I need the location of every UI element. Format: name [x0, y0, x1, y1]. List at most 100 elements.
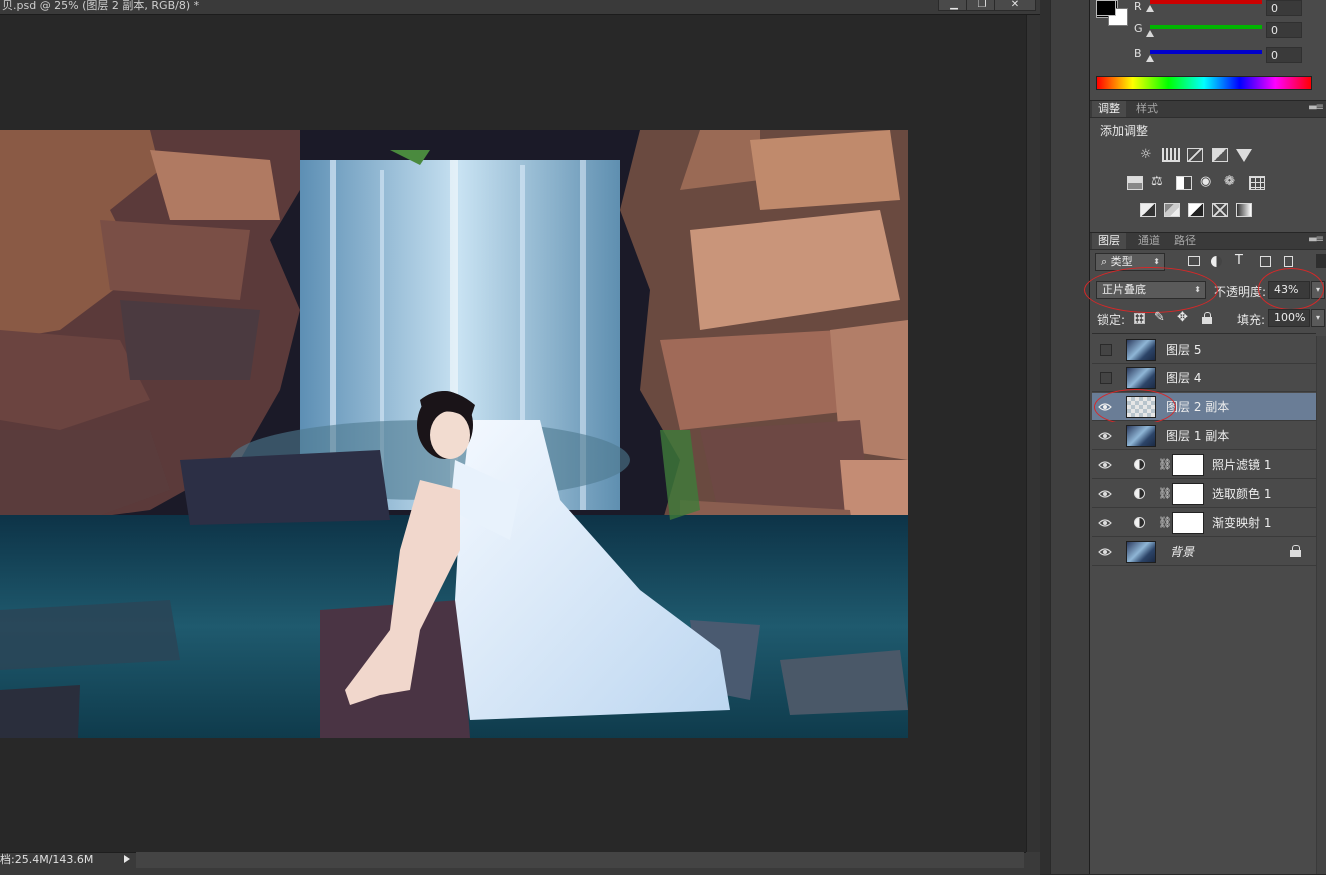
annotation-ellipse-opacity	[1258, 268, 1324, 310]
layer-row[interactable]: 图层 4	[1092, 364, 1316, 392]
document-title: 贝.psd @ 25% (图层 2 副本, RGB/8) *	[2, 0, 200, 12]
brightness-contrast-icon[interactable]: ☼	[1140, 148, 1152, 162]
eye-icon[interactable]	[1098, 517, 1112, 529]
channel-label-r: R	[1134, 0, 1142, 13]
layer-row-background[interactable]: 背景	[1092, 538, 1316, 566]
smart-object-filter-icon[interactable]	[1284, 256, 1293, 267]
layer-mask-thumbnail[interactable]	[1172, 512, 1204, 534]
lock-position-icon[interactable]: ✥	[1177, 311, 1188, 325]
channel-slider-b[interactable]	[1150, 50, 1262, 54]
threshold-icon[interactable]	[1188, 203, 1204, 217]
panel-menu-icon[interactable]: ▬≡	[1308, 102, 1324, 113]
channel-slider-r[interactable]	[1150, 0, 1262, 4]
lock-label: 锁定:	[1097, 313, 1126, 327]
layer-name[interactable]: 图层 5	[1166, 336, 1201, 364]
channel-label-b: B	[1134, 47, 1142, 60]
layer-row[interactable]: ⛓ 照片滤镜 1	[1092, 451, 1316, 479]
channel-thumb-r[interactable]	[1146, 5, 1154, 12]
channel-value-b[interactable]: 0	[1266, 47, 1302, 63]
layers-tabbar: 图层 通道 路径 ▬≡	[1090, 232, 1326, 250]
document-image[interactable]	[0, 130, 908, 738]
color-balance-icon[interactable]: ⚖	[1151, 175, 1163, 189]
posterize-icon[interactable]	[1164, 203, 1180, 217]
layer-name[interactable]: 照片滤镜 1	[1212, 451, 1271, 479]
channel-label-g: G	[1134, 22, 1143, 35]
layer-name[interactable]: 图层 4	[1166, 364, 1201, 392]
adjustment-layer-icon	[1134, 459, 1145, 470]
dock-gutter	[1040, 0, 1050, 874]
eye-icon[interactable]	[1098, 546, 1112, 558]
layer-name[interactable]: 图层 1 副本	[1166, 422, 1229, 450]
eye-icon[interactable]	[1098, 430, 1112, 442]
tab-channels[interactable]: 通道	[1132, 233, 1166, 249]
color-lookup-icon[interactable]	[1249, 176, 1265, 190]
vertical-scrollbar[interactable]	[1026, 15, 1041, 852]
layer-name[interactable]: 渐变映射 1	[1212, 509, 1271, 537]
channel-thumb-g[interactable]	[1146, 30, 1154, 37]
fill-label: 填充:	[1237, 313, 1266, 327]
layers-divider	[1092, 333, 1316, 334]
hue-saturation-icon[interactable]	[1127, 176, 1143, 190]
mask-link-icon[interactable]: ⛓	[1158, 458, 1172, 471]
visibility-toggle-off[interactable]	[1100, 372, 1112, 384]
lock-all-icon[interactable]	[1202, 312, 1212, 324]
eye-icon[interactable]	[1098, 488, 1112, 500]
vibrance-icon[interactable]	[1236, 149, 1252, 162]
adjustments-tabbar: 调整 样式 ▬≡	[1090, 100, 1326, 118]
eye-icon[interactable]	[1098, 459, 1112, 471]
resize-grip-icon[interactable]	[1026, 852, 1040, 866]
layer-thumbnail	[1126, 339, 1156, 361]
visibility-toggle-off[interactable]	[1100, 344, 1112, 356]
lock-image-pixels-icon[interactable]: ✎	[1154, 311, 1165, 325]
tab-adjustments[interactable]: 调整	[1092, 101, 1126, 117]
layer-mask-thumbnail[interactable]	[1172, 483, 1204, 505]
selective-color-icon[interactable]	[1212, 203, 1228, 217]
color-spectrum-ramp[interactable]	[1096, 76, 1312, 90]
levels-icon[interactable]	[1162, 148, 1180, 162]
invert-icon[interactable]	[1140, 203, 1156, 217]
tab-layers[interactable]: 图层	[1092, 233, 1126, 249]
exposure-icon[interactable]	[1212, 148, 1228, 162]
document-size-status: 档:25.4M/143.6M	[0, 853, 94, 866]
channel-thumb-b[interactable]	[1146, 55, 1154, 62]
shape-layer-filter-icon[interactable]	[1260, 256, 1271, 267]
mask-link-icon[interactable]: ⛓	[1158, 516, 1172, 529]
adjustment-layer-icon	[1134, 517, 1145, 528]
layers-scrollbar[interactable]	[1316, 336, 1326, 874]
annotation-ellipse-blend-mode	[1084, 267, 1218, 313]
filter-toggle-icon[interactable]	[1316, 254, 1326, 268]
layer-row[interactable]: 图层 5	[1092, 336, 1316, 364]
type-layer-filter-icon[interactable]: T	[1235, 254, 1243, 268]
layer-thumbnail	[1126, 541, 1156, 563]
close-button[interactable]: ✕	[994, 0, 1036, 11]
lock-transparent-pixels-icon[interactable]	[1134, 313, 1145, 324]
layer-row[interactable]: ⛓ 选取颜色 1	[1092, 480, 1316, 508]
layer-row[interactable]: ⛓ 渐变映射 1	[1092, 509, 1316, 537]
curves-icon[interactable]	[1187, 148, 1203, 162]
fill-input[interactable]: 100%	[1268, 309, 1310, 327]
layers-panel-menu-icon[interactable]: ▬≡	[1308, 234, 1324, 245]
layer-name[interactable]: 选取颜色 1	[1212, 480, 1271, 508]
black-white-icon[interactable]	[1176, 176, 1192, 190]
filter-kind-label: 类型	[1110, 255, 1133, 268]
mask-link-icon[interactable]: ⛓	[1158, 487, 1172, 500]
layer-name[interactable]: 背景	[1170, 538, 1194, 566]
gradient-map-icon[interactable]	[1236, 203, 1252, 217]
fill-slider-toggle[interactable]: ▾	[1311, 309, 1325, 327]
status-menu-arrow-icon[interactable]	[124, 855, 130, 863]
layer-row[interactable]: 图层 1 副本	[1092, 422, 1316, 450]
horizontal-scrollbar[interactable]	[136, 852, 1024, 868]
channel-value-r[interactable]: 0	[1266, 0, 1302, 16]
search-icon: ⌕	[1101, 255, 1111, 268]
tab-paths[interactable]: 路径	[1168, 233, 1202, 249]
channel-slider-g[interactable]	[1150, 25, 1262, 29]
pixel-layer-filter-icon[interactable]	[1188, 256, 1200, 266]
channel-mixer-icon[interactable]: ❁	[1224, 175, 1235, 189]
channel-value-g[interactable]: 0	[1266, 22, 1302, 38]
photo-filter-icon[interactable]: ◉	[1200, 175, 1211, 189]
layer-mask-thumbnail[interactable]	[1172, 454, 1204, 476]
adjustment-layer-filter-icon[interactable]	[1211, 256, 1222, 267]
tab-styles[interactable]: 样式	[1130, 101, 1164, 117]
adjustments-heading: 添加调整	[1100, 124, 1149, 138]
collapsed-panel-dock[interactable]	[1050, 0, 1090, 874]
